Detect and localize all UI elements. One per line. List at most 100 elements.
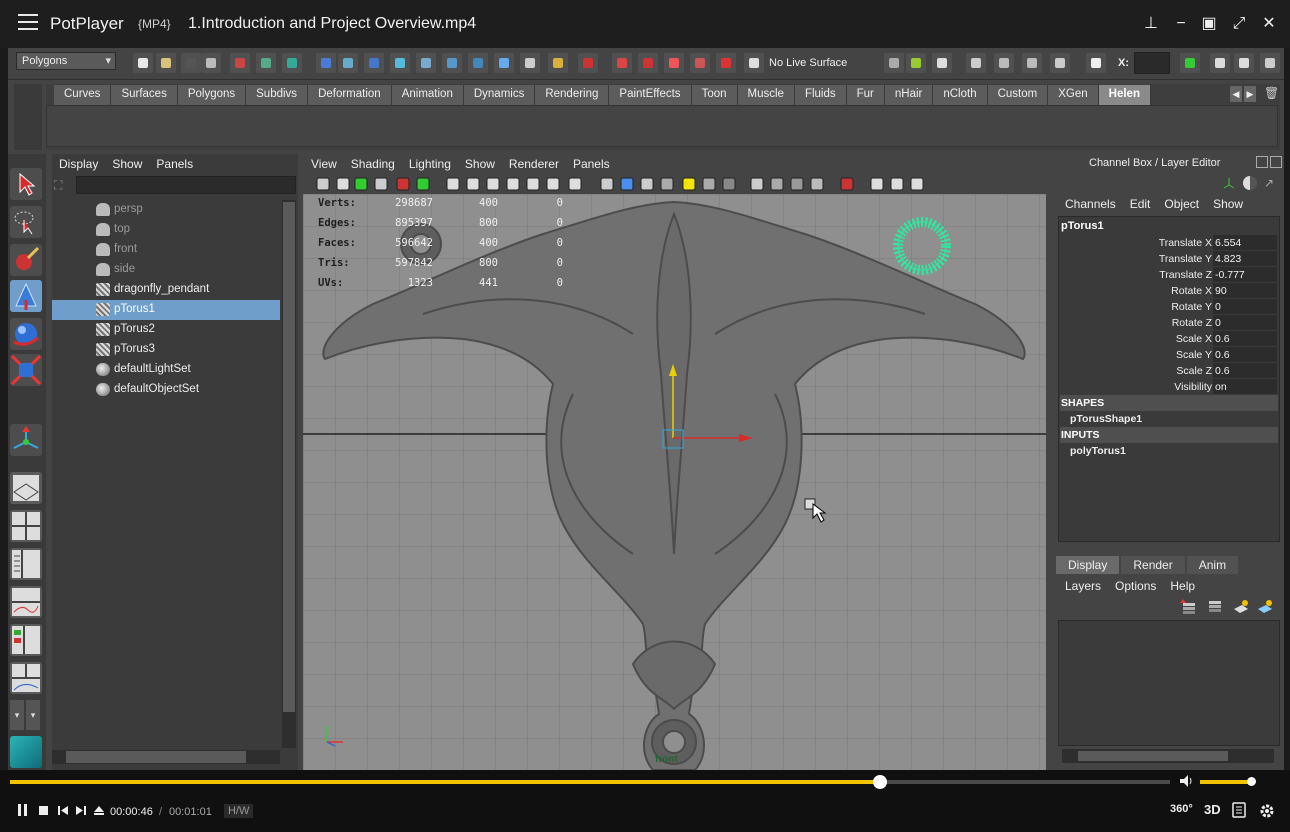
viewport-menu-lighting[interactable]: Lighting — [402, 154, 458, 174]
pin-icon[interactable]: ⊥ — [1138, 12, 1164, 36]
fullscreen-icon[interactable]: ⤢ — [1226, 12, 1252, 36]
single-pane-layout-icon[interactable] — [10, 472, 42, 504]
viewport-menu-shading[interactable]: Shading — [344, 154, 402, 174]
shelf-tab-fur[interactable]: Fur — [846, 85, 885, 105]
statusline-tool-icon[interactable] — [256, 53, 276, 73]
viewport-menu-panels[interactable]: Panels — [566, 154, 617, 174]
statusline-tool-icon[interactable] — [612, 53, 632, 73]
shelf-tab-subdivs[interactable]: Subdivs — [246, 85, 309, 105]
viewport-tool-icon[interactable] — [701, 176, 717, 192]
statusline-tool-icon[interactable] — [468, 53, 488, 73]
channel-menu-edit[interactable]: Edit — [1123, 194, 1158, 214]
statusline-tool-icon[interactable] — [1210, 53, 1230, 73]
move-layer-down-icon[interactable] — [1206, 599, 1224, 615]
3d-mode-icon[interactable]: 3D — [1204, 802, 1221, 817]
statusline-tool-icon[interactable] — [906, 53, 926, 73]
scale-tool-icon[interactable] — [10, 354, 42, 386]
shelf-tab-xgen[interactable]: XGen — [1048, 85, 1099, 105]
new-layer-selected-icon[interactable] — [1256, 599, 1274, 615]
viewport-menu-renderer[interactable]: Renderer — [502, 154, 566, 174]
manipulator-tool-icon[interactable] — [10, 424, 42, 456]
viewport-tool-icon[interactable] — [769, 176, 785, 192]
eject-icon[interactable] — [92, 803, 106, 820]
close-icon[interactable]: ✕ — [1256, 12, 1282, 36]
settings-gear-icon[interactable] — [1258, 802, 1276, 820]
input-node-label[interactable]: polyTorus1 — [1070, 445, 1126, 457]
close-panel-icon[interactable] — [1270, 156, 1282, 168]
viewport-tool-icon[interactable] — [869, 176, 885, 192]
shelf-menu-handle[interactable] — [14, 84, 42, 150]
four-pane-layout-icon[interactable] — [10, 510, 42, 542]
minimize-icon[interactable]: − — [1168, 12, 1194, 36]
viewport-tool-icon[interactable] — [485, 176, 501, 192]
pick-icon[interactable]: ↗ — [1264, 176, 1278, 190]
layer-menu-layers[interactable]: Layers — [1058, 576, 1108, 596]
outliner-item[interactable]: persp — [52, 200, 280, 220]
statusline-tool-icon[interactable] — [390, 53, 410, 73]
maximize-icon[interactable]: ▣ — [1196, 12, 1222, 36]
statusline-tool-icon[interactable] — [133, 53, 153, 73]
statusline-tool-icon[interactable] — [230, 53, 250, 73]
channel-row[interactable]: Visibility on — [1060, 379, 1278, 395]
statusline-tool-icon[interactable] — [966, 53, 986, 73]
outliner-menu-display[interactable]: Display — [52, 154, 105, 174]
statusline-tool-icon[interactable] — [664, 53, 684, 73]
channel-value-field[interactable]: 0 — [1213, 299, 1277, 314]
viewport[interactable]: Verts: 298687 400 0 Edges: 895397 800 0 Faces: 59… — [303, 194, 1046, 770]
outliner-item[interactable]: side — [52, 260, 280, 280]
outliner-item[interactable]: dragonfly_pendant — [52, 280, 280, 300]
statusline-tool-icon[interactable] — [1180, 53, 1200, 73]
layer-menu-options[interactable]: Options — [1108, 576, 1163, 596]
channel-row[interactable]: Translate X 6.554 — [1060, 235, 1278, 251]
viewport-tool-icon[interactable] — [619, 176, 635, 192]
new-layer-icon[interactable] — [1232, 599, 1250, 615]
persp-graph-layout-icon[interactable] — [10, 586, 42, 618]
channel-row[interactable]: Rotate Z0 — [1060, 315, 1278, 331]
statusline-tool-icon[interactable] — [932, 53, 952, 73]
outliner-item[interactable]: defaultObjectSet — [52, 380, 280, 400]
statusline-tool-icon[interactable] — [316, 53, 336, 73]
volume-icon[interactable] — [1178, 773, 1194, 789]
trash-icon[interactable]: 🗑 — [1264, 86, 1279, 102]
outliner-menu-panels[interactable]: Panels — [149, 154, 200, 174]
viewport-menu-view[interactable]: View — [303, 154, 344, 174]
layout-dropdown-2-icon[interactable]: ▾ — [26, 700, 40, 730]
channel-menu-show[interactable]: Show — [1206, 194, 1250, 214]
visibility-toggle-icon[interactable] — [1243, 176, 1257, 190]
layer-hscroll-thumb[interactable] — [1078, 751, 1228, 761]
playlist-icon[interactable] — [1232, 802, 1246, 818]
statusline-tool-icon[interactable] — [1234, 53, 1254, 73]
statusline-tool-icon[interactable] — [364, 53, 384, 73]
channel-row[interactable]: Rotate Y0 — [1060, 299, 1278, 315]
channel-value-field[interactable]: 0.6 — [1213, 331, 1277, 346]
rotate-tool-icon[interactable] — [10, 318, 42, 350]
seek-bar-thumb[interactable] — [873, 775, 887, 789]
shelf-tab-dynamics[interactable]: Dynamics — [463, 85, 536, 105]
viewport-tool-icon[interactable] — [789, 176, 805, 192]
statusline-tool-icon[interactable] — [282, 53, 302, 73]
viewport-tool-icon[interactable] — [567, 176, 583, 192]
hw-acceleration-badge[interactable]: H/W — [224, 804, 254, 818]
next-icon[interactable] — [74, 803, 88, 820]
outliner-item[interactable]: top — [52, 220, 280, 240]
axis-display-icon[interactable] — [1222, 176, 1236, 190]
statusline-tool-icon[interactable] — [690, 53, 710, 73]
channel-value-field[interactable]: 0.6 — [1213, 363, 1277, 378]
layer-tab-render[interactable]: Render — [1121, 556, 1185, 574]
channel-value-field[interactable]: 90 — [1213, 283, 1277, 298]
paint-select-tool-icon[interactable] — [10, 244, 42, 276]
viewport-tool-icon[interactable] — [395, 176, 411, 192]
viewport-tool-icon[interactable] — [445, 176, 461, 192]
shelf-tab-animation[interactable]: Animation — [391, 85, 464, 105]
viewport-tool-icon[interactable] — [525, 176, 541, 192]
shape-node-label[interactable]: pTorusShape1 — [1070, 413, 1142, 425]
channel-row[interactable]: Translate Z -0.777 — [1060, 267, 1278, 283]
shelf-scroll-right-icon[interactable]: ▶ — [1244, 86, 1256, 102]
viewport-tool-icon[interactable] — [415, 176, 431, 192]
viewport-tool-icon[interactable] — [315, 176, 331, 192]
shelf-tab-helen[interactable]: Helen — [1098, 85, 1151, 105]
layer-tab-anim[interactable]: Anim — [1186, 556, 1239, 574]
outliner-item[interactable]: front — [52, 240, 280, 260]
channel-value-field[interactable]: 0 — [1213, 315, 1277, 330]
statusline-tool-icon[interactable] — [156, 53, 176, 73]
